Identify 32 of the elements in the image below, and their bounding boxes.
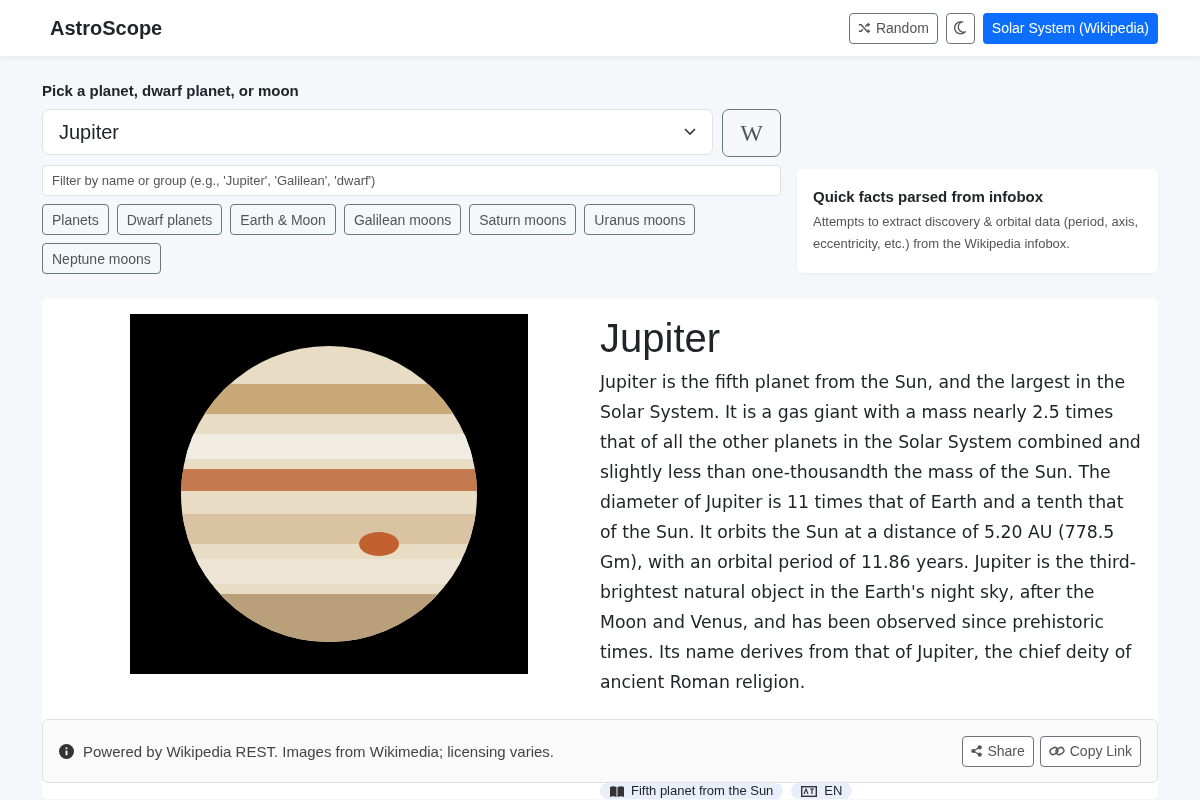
filter-field[interactable]: Filter by name or group (e.g., 'Jupiter', 'Galilean', 'dwarf')	[42, 165, 781, 196]
picker-label: Pick a planet, dwarf planet, or moon	[42, 82, 300, 99]
group-chip[interactable]: Galilean moons	[343, 204, 462, 235]
group-chip[interactable]: Dwarf planets	[116, 204, 223, 235]
info-badge: EN	[791, 783, 853, 799]
group-chip[interactable]: Uranus moons	[584, 204, 696, 235]
quick-facts-title: Quick facts parsed from infobox	[813, 188, 1045, 205]
share-button[interactable]: Share	[962, 735, 1034, 767]
footer-text: Powered by Wikipedia REST. Images from Wikimedia; licensing varies.	[83, 742, 554, 760]
group-chip[interactable]: Neptune moons	[42, 243, 161, 274]
quick-facts-text: Attempts to extract discovery & orbital data (period, axis, eccentricity, etc.) from the Wikipedia infobox.	[813, 213, 1140, 253]
info-icon	[59, 743, 74, 759]
language-icon	[801, 785, 818, 797]
group-chip[interactable]: Saturn moons	[469, 204, 577, 235]
body-select[interactable]: Jupiter	[42, 109, 713, 155]
moon-icon	[954, 21, 967, 35]
shuffle-icon	[857, 22, 871, 34]
article-title: Jupiter	[600, 316, 722, 361]
link-icon	[1048, 745, 1065, 757]
book-icon	[610, 785, 624, 797]
copy-link-button[interactable]: Copy Link	[1039, 735, 1141, 767]
info-badge: Fifth planet from the Sun	[600, 783, 784, 799]
wikipedia-button[interactable]: W	[722, 109, 781, 157]
share-icon	[971, 745, 983, 757]
dark-mode-button[interactable]	[945, 12, 975, 44]
wikipedia-link-button[interactable]: Solar System (Wikipedia)	[982, 12, 1158, 44]
group-chip[interactable]: Planets	[42, 204, 109, 235]
article-summary: Jupiter is the fifth planet from the Sun, and the largest in the Solar System. It is a gas giant with a mass nearly 2.5 times that of all the other planets in the Solar System combined and slightly less than one-thousandth the mass of the Sun. The diameter of Jupiter is 11 times that of Earth and a tenth that of the Sun. It orbits the Sun at a distance of 5.20 AU (778.5 Gm), with an orbital period of 11.86 years. Jupiter is the third-brightest natural object in the Earth's night sky, after the Moon and Venus, and has been observed since prehistoric times. Its name derives from that of Jupiter, the chief deity of ancient Roman religion.	[600, 371, 1142, 694]
group-chip[interactable]: Earth & Moon	[230, 204, 336, 235]
chevron-down-icon	[684, 128, 696, 136]
brand-name: AstroScope	[50, 16, 163, 40]
random-button[interactable]: Random	[848, 12, 938, 44]
